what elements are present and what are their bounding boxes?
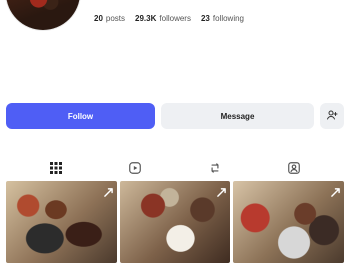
post-thumbnail[interactable] bbox=[6, 181, 117, 263]
carousel-icon bbox=[103, 184, 113, 197]
tab-posts[interactable] bbox=[26, 156, 86, 180]
carousel-icon bbox=[331, 184, 340, 197]
repost-icon bbox=[208, 161, 222, 175]
posts-stat[interactable]: 20 posts bbox=[94, 14, 125, 23]
reels-icon bbox=[128, 161, 142, 175]
follow-button[interactable]: Follow bbox=[6, 103, 155, 129]
post-thumbnail[interactable] bbox=[119, 181, 231, 263]
posts-count: 20 bbox=[94, 14, 103, 23]
post-thumbnail[interactable] bbox=[233, 181, 344, 263]
following-stat[interactable]: 23 following bbox=[201, 14, 244, 23]
followers-count: 29.3K bbox=[135, 14, 157, 23]
add-user-button[interactable] bbox=[320, 103, 344, 129]
add-user-icon bbox=[326, 109, 338, 123]
tab-reels[interactable] bbox=[105, 156, 165, 180]
tagged-icon bbox=[287, 161, 301, 175]
posts-label: posts bbox=[105, 14, 126, 23]
message-button[interactable]: Message bbox=[161, 103, 314, 129]
avatar[interactable] bbox=[6, 0, 80, 30]
tab-reposts[interactable] bbox=[185, 156, 245, 180]
profile-tabs bbox=[0, 156, 350, 180]
followers-stat[interactable]: 29.3K followers bbox=[135, 14, 191, 23]
tab-tagged[interactable] bbox=[264, 156, 324, 180]
profile-stats: 20 posts 29.3K followers 23 following bbox=[94, 14, 244, 23]
profile-page: 20 posts 29.3K followers 23 following Follo… bbox=[0, 0, 350, 263]
followers-label: followers bbox=[159, 14, 191, 23]
profile-actions: Follow Message bbox=[6, 103, 344, 129]
following-label: following bbox=[212, 14, 245, 23]
carousel-icon bbox=[217, 184, 227, 197]
posts-grid bbox=[6, 181, 344, 263]
grid-icon bbox=[49, 162, 62, 174]
following-count: 23 bbox=[200, 14, 210, 23]
